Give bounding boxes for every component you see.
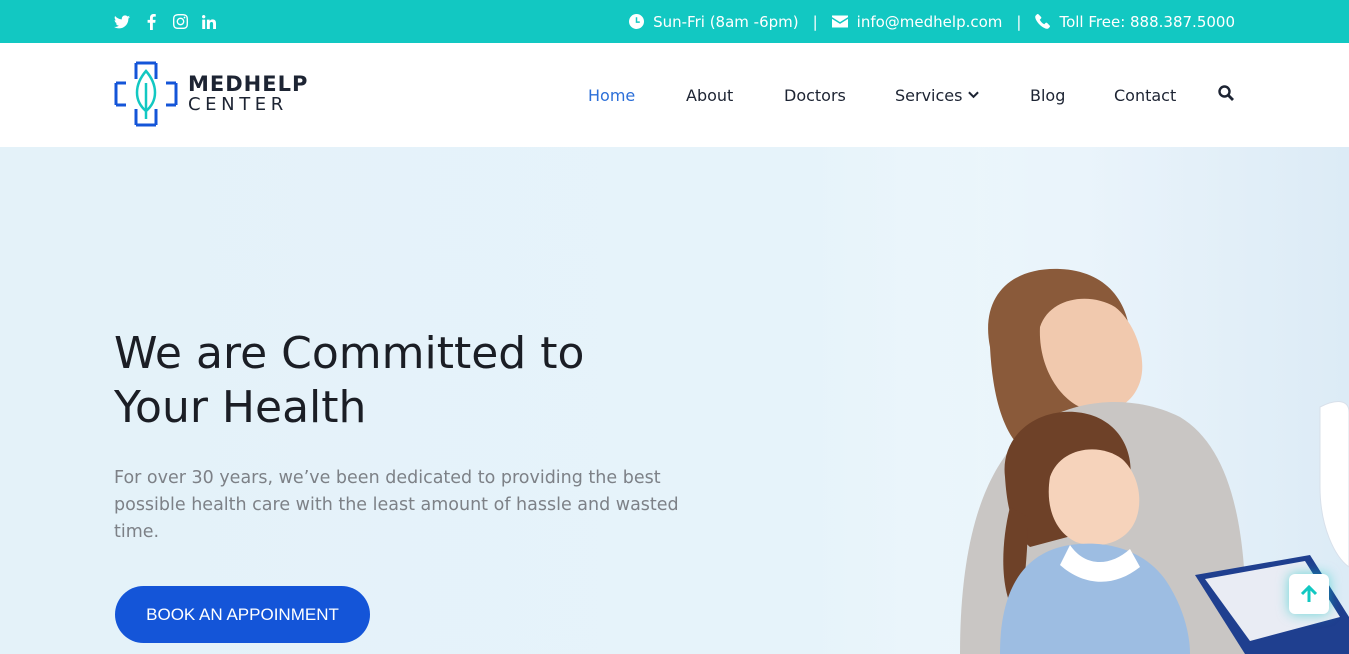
separator: | [812,12,818,31]
contact-info: Sun-Fri (8am -6pm) | info@medhelp.com | … [629,0,1235,43]
hero-heading-line-1: We are Committed to [114,328,585,379]
book-appointment-button[interactable]: BOOK AN APPOINMENT [115,586,370,643]
twitter-icon[interactable] [114,14,130,30]
hero-heading: We are Committed to Your Health [114,327,674,435]
nav-about[interactable]: About [686,86,733,105]
nav-blog[interactable]: Blog [1030,86,1065,105]
logo-line-1: MEDHELP [188,72,309,96]
hero-photo [900,147,1349,654]
facebook-icon[interactable] [143,13,159,30]
nav-doctors[interactable]: Doctors [784,86,846,105]
email-link[interactable]: info@medhelp.com [831,13,1003,31]
hero-heading-line-2: Your Health [114,382,367,433]
phone-link[interactable]: Toll Free: 888.387.5000 [1035,13,1235,31]
opening-hours: Sun-Fri (8am -6pm) [629,13,799,31]
nav-home-label: Home [588,85,636,105]
logo-wordmark: MEDHELP CENTER [188,74,308,114]
nav-blog-label: Blog [1030,85,1066,105]
nav-contact[interactable]: Contact [1114,86,1176,105]
search-icon[interactable] [1218,85,1236,103]
logo-mark-icon [114,61,178,127]
nav-services[interactable]: Services [895,85,980,105]
linkedin-icon[interactable] [201,14,217,30]
back-to-top-button[interactable] [1289,574,1329,614]
hero-section: We are Committed to Your Health For over… [0,147,1349,654]
logo-line-2: CENTER [188,94,288,115]
instagram-icon[interactable] [172,14,188,30]
main-header: MEDHELP CENTER Home About Doctors Servic… [0,43,1349,147]
site-logo[interactable]: MEDHELP CENTER [114,61,308,127]
envelope-icon [831,15,848,28]
separator: | [1016,12,1022,31]
nav-about-label: About [686,85,734,105]
nav-services-label: Services [895,85,963,105]
clock-icon [629,14,645,29]
nav-doctors-label: Doctors [784,85,846,105]
chevron-down-icon [968,91,980,99]
arrow-up-icon [1300,584,1318,602]
top-bar: Sun-Fri (8am -6pm) | info@medhelp.com | … [0,0,1349,43]
social-links [114,0,217,43]
nav-contact-label: Contact [1114,85,1177,105]
nav-home[interactable]: Home [588,86,635,105]
hero-description: For over 30 years, we’ve been dedicated … [114,468,679,542]
email-text[interactable]: info@medhelp.com [857,13,1003,31]
phone-text[interactable]: Toll Free: 888.387.5000 [1059,13,1235,31]
hours-text: Sun-Fri (8am -6pm) [653,12,799,31]
phone-icon [1035,14,1051,29]
